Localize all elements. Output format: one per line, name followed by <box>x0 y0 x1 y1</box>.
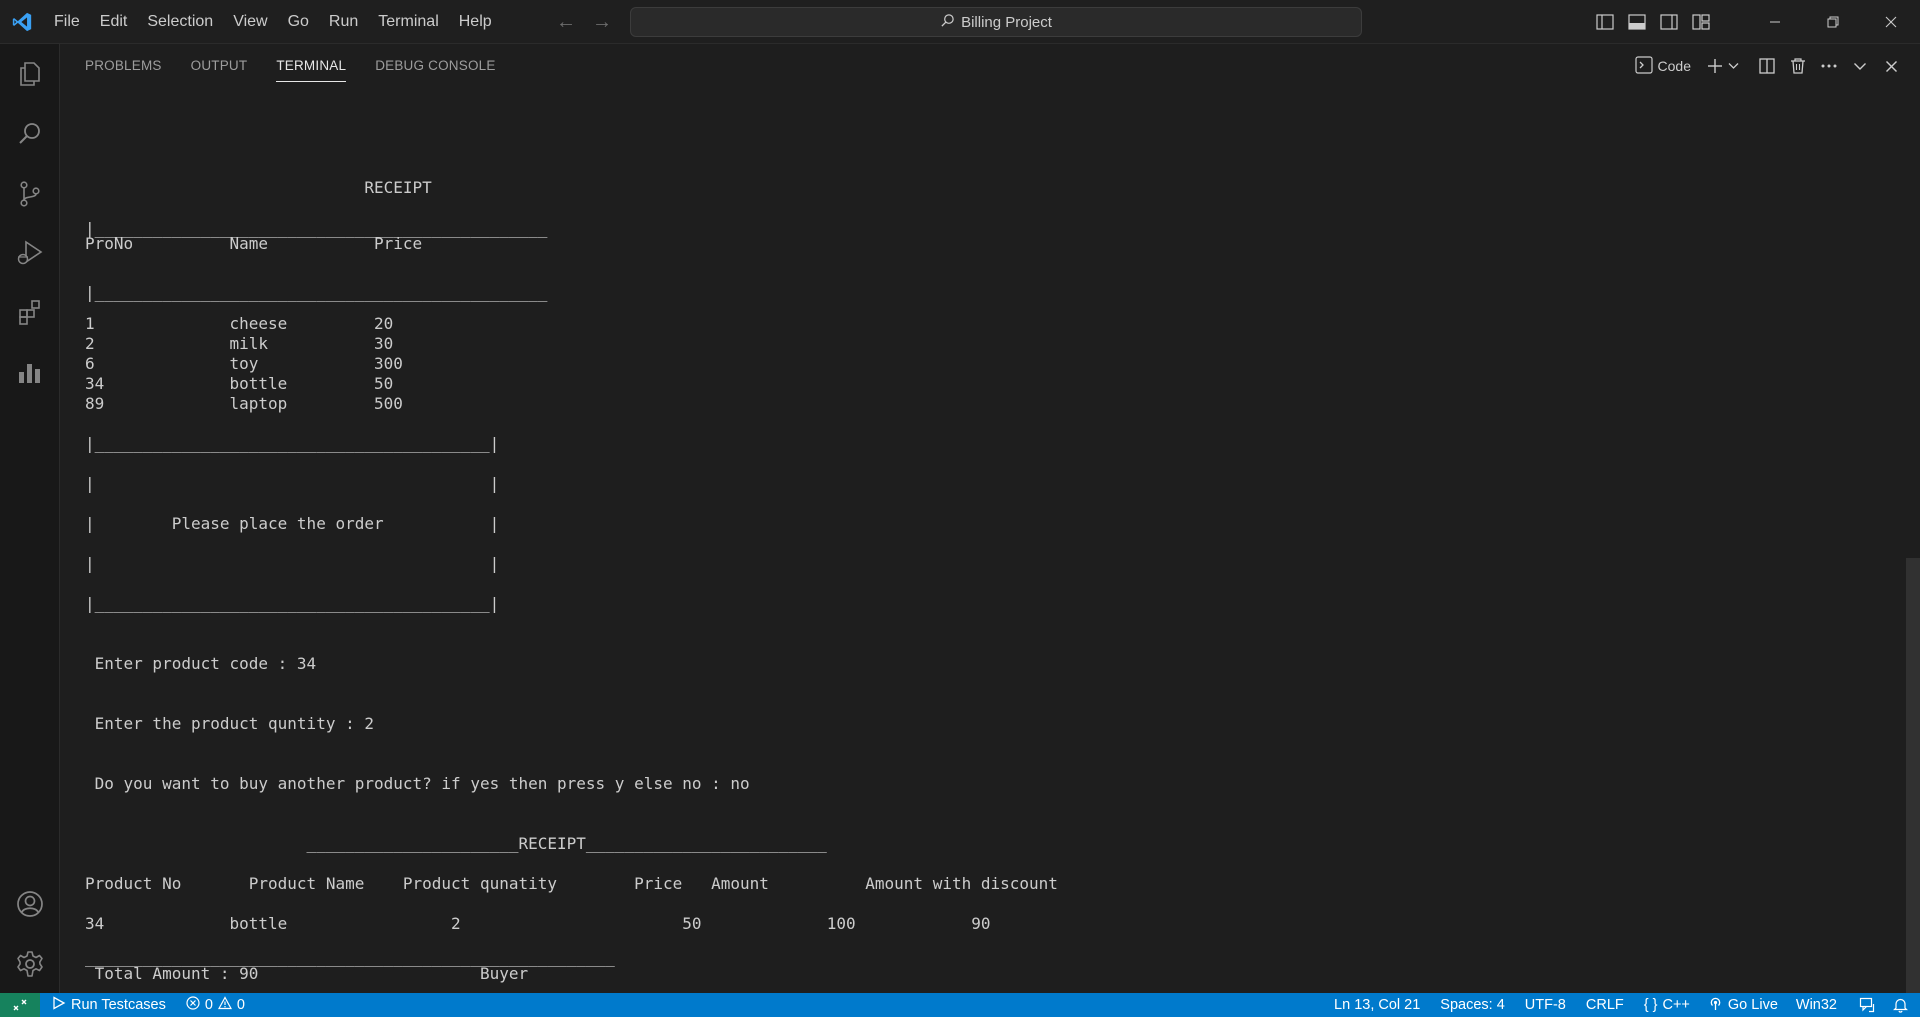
command-center-label: Billing Project <box>961 13 1052 31</box>
notifications-bell-icon[interactable] <box>1885 993 1920 1017</box>
command-center-search[interactable]: Billing Project <box>630 7 1362 37</box>
go-live-button[interactable]: Go Live <box>1700 993 1788 1017</box>
search-icon <box>940 13 955 32</box>
charts-icon[interactable] <box>0 344 60 400</box>
run-testcases-label: Run Testcases <box>71 997 166 1013</box>
terminal-scrollbar[interactable] <box>1906 558 1920 1002</box>
menu-file[interactable]: File <box>44 7 90 37</box>
account-icon[interactable] <box>0 876 60 932</box>
terminal-line: ______________________RECEIPT___________… <box>85 834 827 853</box>
chevron-down-icon[interactable] <box>1727 55 1739 77</box>
terminal-line: 1 cheese 20 <box>85 314 394 333</box>
title-bar: File Edit Selection View Go Run Terminal… <box>0 0 1920 44</box>
terminal-panel: PROBLEMS OUTPUT TERMINAL DEBUG CONSOLE C… <box>60 44 1920 1002</box>
warning-icon <box>217 996 232 1014</box>
menu-edit[interactable]: Edit <box>90 7 138 37</box>
terminal-line: |_______________________________________… <box>85 594 500 613</box>
run-testcases-button[interactable]: Run Testcases <box>40 993 174 1017</box>
title-bar-controls <box>1594 0 1920 44</box>
toggle-primary-sidebar-icon[interactable] <box>1594 11 1616 33</box>
terminal-line: 89 laptop 500 <box>85 394 403 413</box>
error-count: 0 <box>204 997 213 1013</box>
tab-debug-console[interactable]: DEBUG CONSOLE <box>375 44 495 88</box>
tab-output[interactable]: OUTPUT <box>191 44 248 88</box>
split-terminal-icon[interactable] <box>1756 55 1778 77</box>
terminal-profile-button[interactable]: Code <box>1634 55 1691 77</box>
more-actions-icon[interactable] <box>1818 55 1840 77</box>
terminal-line: 6 toy 300 <box>85 354 403 373</box>
terminal-line: | | <box>85 554 500 573</box>
menu-bar: File Edit Selection View Go Run Terminal… <box>44 0 502 44</box>
extensions-icon[interactable] <box>0 284 60 340</box>
terminal-line: | | <box>85 474 500 493</box>
cursor-position[interactable]: Ln 13, Col 21 <box>1326 993 1432 1017</box>
settings-gear-icon[interactable] <box>0 936 60 992</box>
menu-run[interactable]: Run <box>319 7 368 37</box>
warning-count: 0 <box>236 997 245 1013</box>
problems-status[interactable]: 0 0 <box>174 993 253 1017</box>
go-live-label: Go Live <box>1727 997 1778 1013</box>
terminal-line: |_______________________________________… <box>85 434 500 453</box>
indentation-status[interactable]: Spaces: 4 <box>1432 993 1517 1017</box>
run-play-icon <box>52 996 66 1014</box>
back-arrow-icon[interactable]: ← <box>556 11 576 34</box>
status-bar-right: Ln 13, Col 21 Spaces: 4 UTF-8 CRLF { } C… <box>1326 993 1920 1017</box>
menu-selection[interactable]: Selection <box>137 7 223 37</box>
activity-bar <box>0 44 60 993</box>
terminal-line: RECEIPT <box>85 178 432 197</box>
terminal-line: Enter the product quntity : 2 <box>85 714 374 733</box>
minimize-icon[interactable] <box>1746 0 1804 44</box>
language-mode[interactable]: { } C++ <box>1636 993 1700 1017</box>
terminal-output[interactable]: RECEIPT |_______________________________… <box>85 88 1895 997</box>
close-panel-icon[interactable] <box>1880 55 1902 77</box>
menu-view[interactable]: View <box>223 7 277 37</box>
toggle-secondary-sidebar-icon[interactable] <box>1658 11 1680 33</box>
menu-go[interactable]: Go <box>278 7 319 37</box>
menu-help[interactable]: Help <box>449 7 502 37</box>
restore-icon[interactable] <box>1804 0 1862 44</box>
broadcast-icon <box>1708 996 1723 1015</box>
search-view-icon[interactable] <box>0 106 60 162</box>
terminal-line: 34 bottle 50 <box>85 374 394 393</box>
vscode-logo-icon <box>0 0 44 44</box>
menu-terminal[interactable]: Terminal <box>368 7 448 37</box>
tab-problems[interactable]: PROBLEMS <box>85 44 162 88</box>
customize-layout-icon[interactable] <box>1690 11 1712 33</box>
terminal-line: | Please place the order | <box>85 514 500 533</box>
terminal-line: 2 milk 30 <box>85 334 394 353</box>
encoding-status[interactable]: UTF-8 <box>1517 993 1578 1017</box>
terminal-line: ProNo Name Price <box>85 234 423 253</box>
explorer-icon[interactable] <box>0 46 60 102</box>
panel-actions: Code <box>1634 44 1902 88</box>
terminal-line: Enter product code : 34 <box>85 654 317 673</box>
run-debug-icon[interactable] <box>0 224 60 280</box>
language-label: C++ <box>1662 997 1690 1013</box>
terminal-line: 34 bottle 2 50 100 90 <box>85 914 991 933</box>
forward-arrow-icon[interactable]: → <box>592 11 612 34</box>
status-bar: Run Testcases 0 0 Ln 13, Col 21 Spaces: … <box>0 993 1920 1017</box>
terminal-profile-label: Code <box>1657 58 1691 74</box>
tab-terminal[interactable]: TERMINAL <box>276 44 347 88</box>
braces-icon: { } <box>1643 997 1658 1013</box>
terminal-line: Product No Product Name Product qunatity… <box>85 874 1058 893</box>
remote-indicator-icon[interactable] <box>0 993 40 1017</box>
error-icon <box>186 996 200 1014</box>
maximize-panel-chevron-icon[interactable] <box>1849 55 1871 77</box>
terminal-line: |_______________________________________… <box>85 283 548 302</box>
new-terminal-plus-icon[interactable] <box>1704 55 1726 77</box>
eol-status[interactable]: CRLF <box>1578 993 1636 1017</box>
source-control-icon[interactable] <box>0 166 60 222</box>
navigation-arrows: ← → <box>556 0 612 44</box>
feedback-icon[interactable] <box>1851 993 1885 1017</box>
toggle-panel-icon[interactable] <box>1626 11 1648 33</box>
kill-terminal-trash-icon[interactable] <box>1787 55 1809 77</box>
close-window-icon[interactable] <box>1862 0 1920 44</box>
terminal-icon <box>1634 55 1653 77</box>
platform-status[interactable]: Win32 <box>1788 993 1851 1017</box>
terminal-line: Do you want to buy another product? if y… <box>85 774 750 793</box>
